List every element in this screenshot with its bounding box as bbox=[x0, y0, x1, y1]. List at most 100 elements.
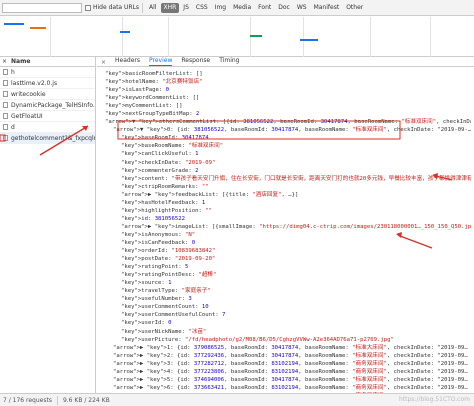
filter-type-img[interactable]: Img bbox=[212, 3, 229, 13]
json-line: "key">myCommentList: [] bbox=[105, 103, 183, 110]
filter-type-xhr[interactable]: XHR bbox=[160, 2, 180, 13]
timeline-gridline bbox=[303, 17, 304, 57]
json-line[interactable]: "arrow">▶ "key">3: {id: 377282712, baseR… bbox=[105, 360, 471, 368]
watermark-text: https://blog.51CTO.com bbox=[398, 396, 470, 403]
timeline-request-bar bbox=[300, 39, 318, 41]
json-line[interactable]: "arrow">▶ "key">feedbackList: [{title: "… bbox=[105, 191, 471, 199]
request-detail-pane: × Headers Preview Response Timing "key">bas… bbox=[97, 57, 474, 393]
json-line: "key">userId: 0 bbox=[121, 320, 172, 327]
json-line: "key">commenterGrade: 2 bbox=[121, 167, 199, 174]
filter-type-js[interactable]: JS bbox=[180, 3, 192, 13]
filter-type-ws[interactable]: WS bbox=[294, 3, 310, 13]
json-line: "key">baseRoomName: "标准双床间" bbox=[121, 143, 224, 150]
json-line: "key">isLastPage: 0 bbox=[105, 87, 169, 94]
json-line: "key">ratingPoint: 5 bbox=[121, 264, 189, 271]
json-line: "key">checkInDate: "2019-09" bbox=[121, 159, 216, 166]
request-list-header: × Name bbox=[0, 57, 95, 67]
json-line[interactable]: "arrow">▼ "key">othersCommentList: [{id:… bbox=[105, 118, 471, 126]
json-line: "key">isCanFeedback: 0 bbox=[121, 239, 196, 246]
json-line: "key">canClickUseful: 1 bbox=[121, 151, 199, 158]
filter-type-css[interactable]: CSS bbox=[193, 3, 211, 13]
json-line: "key">id: 381056522 bbox=[121, 215, 185, 222]
request-name: lasttime.v2.0.js bbox=[11, 79, 58, 87]
request-name: h bbox=[11, 68, 15, 76]
timeline-request-bar bbox=[30, 27, 46, 29]
request-list: h lasttime.v2.0.js writecookie DynamicPacka… bbox=[0, 67, 95, 144]
file-icon bbox=[3, 124, 8, 130]
json-line: "key">travelType: "家庭亲子" bbox=[121, 288, 211, 295]
request-name: gethotelcomment?&_fxpcqlniv... bbox=[11, 134, 95, 142]
filter-type-manifest[interactable]: Manifest bbox=[311, 3, 343, 13]
checkbox-icon bbox=[85, 4, 91, 11]
json-line[interactable]: "arrow">▶ "key">imageList: [{smallImage:… bbox=[105, 223, 471, 231]
request-row[interactable]: gethotelcomment?&_fxpcqlniv... bbox=[0, 133, 95, 144]
json-line[interactable]: "arrow">▶ "key">2: {id: 377292436, baseR… bbox=[105, 352, 471, 360]
request-row[interactable]: GetFloatUI bbox=[0, 111, 95, 122]
request-list-pane: × Name h lasttime.v2.0.js writecookie Dynam… bbox=[0, 57, 96, 393]
json-line: "key">userPicture: "/fd/headphoto/g2/M08… bbox=[121, 336, 394, 343]
resource-type-filters: All XHR JS CSS Img Media Font Doc WS Manifest Othe… bbox=[146, 2, 366, 13]
json-line: "key">usefulNumber: 3 bbox=[121, 296, 192, 303]
timeline-gridline bbox=[430, 17, 431, 57]
file-icon bbox=[3, 80, 8, 86]
timeline-gridline bbox=[50, 17, 51, 57]
close-detail-icon[interactable]: × bbox=[101, 59, 106, 66]
json-line: "key">postDate: "2019-09-20" bbox=[121, 256, 216, 263]
json-line[interactable]: "arrow">▶ "key">1: {id: 379086525, baseR… bbox=[105, 344, 471, 352]
request-name: writecookie bbox=[11, 90, 46, 98]
request-row[interactable]: DynamicPackage_TelHSInfo.json bbox=[0, 100, 95, 111]
json-line[interactable]: "arrow">▼ "key">0: {id: 381056522, baseR… bbox=[105, 126, 471, 134]
json-line: "key">nextGroupTypeBitMap: 2 bbox=[105, 111, 200, 118]
json-line: "key">userCommentUsefulCount: 7 bbox=[121, 312, 226, 319]
json-line: "key">content: "带孩子看天安门升旗，住在长安街，门口就是长安街，… bbox=[121, 175, 471, 182]
file-icon bbox=[3, 102, 8, 108]
transferred-size: 9.6 KB / 224 KB bbox=[62, 396, 110, 404]
request-row[interactable]: h bbox=[0, 67, 95, 78]
json-line: "key">orderId: "10839683842" bbox=[121, 248, 216, 255]
json-line[interactable]: "arrow">▶ "key">6: {id: 373663421, baseR… bbox=[105, 384, 471, 392]
timeline-gridline bbox=[168, 17, 169, 57]
request-row[interactable]: lasttime.v2.0.js bbox=[0, 78, 95, 89]
filter-type-other[interactable]: Other bbox=[343, 3, 366, 13]
filter-type-media[interactable]: Media bbox=[230, 3, 254, 13]
json-line: "key">isAnonymous: "N" bbox=[121, 231, 196, 238]
json-line: "key">source: 1 bbox=[121, 280, 172, 287]
timeline-request-bar bbox=[120, 31, 130, 33]
hide-data-urls-checkbox[interactable]: Hide data URLs bbox=[85, 4, 139, 11]
timeline-gridline bbox=[250, 17, 251, 57]
json-line: "key">userNickName: "冰苗" bbox=[121, 328, 207, 335]
request-name: GetFloatUI bbox=[11, 112, 43, 120]
network-filter-bar: Hide data URLs All XHR JS CSS Img Media Font Do… bbox=[0, 0, 474, 16]
tab-timing[interactable]: Timing bbox=[219, 57, 239, 66]
file-icon bbox=[3, 135, 8, 141]
close-icon[interactable]: × bbox=[2, 58, 7, 65]
filter-type-all[interactable]: All bbox=[146, 3, 159, 13]
json-line: "key">ctripRoomRemarks: "" bbox=[121, 183, 209, 190]
request-name: DynamicPackage_TelHSInfo.json bbox=[11, 101, 95, 109]
json-line[interactable]: "arrow">▶ "key">5: {id: 374694006, baseR… bbox=[105, 376, 471, 384]
request-count: 7 / 176 requests bbox=[3, 396, 52, 404]
name-column-header[interactable]: Name bbox=[11, 58, 30, 65]
timeline-request-bar bbox=[4, 23, 24, 25]
tab-preview[interactable]: Preview bbox=[149, 57, 173, 66]
json-line: "key">baseRoomId: 30417874 bbox=[121, 135, 209, 142]
json-line: "key">highlightPosition: "" bbox=[121, 207, 212, 214]
file-icon bbox=[3, 69, 8, 75]
json-line: "key">userCommentCount: 10 bbox=[121, 304, 209, 311]
filter-type-doc[interactable]: Doc bbox=[275, 3, 293, 13]
json-line: "key">ratingPointDesc: "超棒" bbox=[121, 272, 217, 279]
file-icon bbox=[3, 113, 8, 119]
hide-data-urls-label: Hide data URLs bbox=[93, 4, 140, 11]
divider bbox=[56, 395, 58, 405]
request-row[interactable]: writecookie bbox=[0, 89, 95, 100]
timeline-request-bar bbox=[250, 35, 262, 37]
filter-input[interactable] bbox=[2, 2, 82, 13]
file-icon bbox=[3, 91, 8, 97]
divider bbox=[142, 2, 144, 13]
json-line[interactable]: "arrow">▶ "key">4: {id: 377223806, baseR… bbox=[105, 368, 471, 376]
filter-type-font[interactable]: Font bbox=[255, 3, 274, 13]
tab-response[interactable]: Response bbox=[181, 57, 210, 66]
tab-headers[interactable]: Headers bbox=[115, 57, 140, 66]
json-preview: "key">basicRoomFilterList: [] "key">hotel… bbox=[105, 70, 471, 393]
request-row[interactable]: d bbox=[0, 122, 95, 133]
